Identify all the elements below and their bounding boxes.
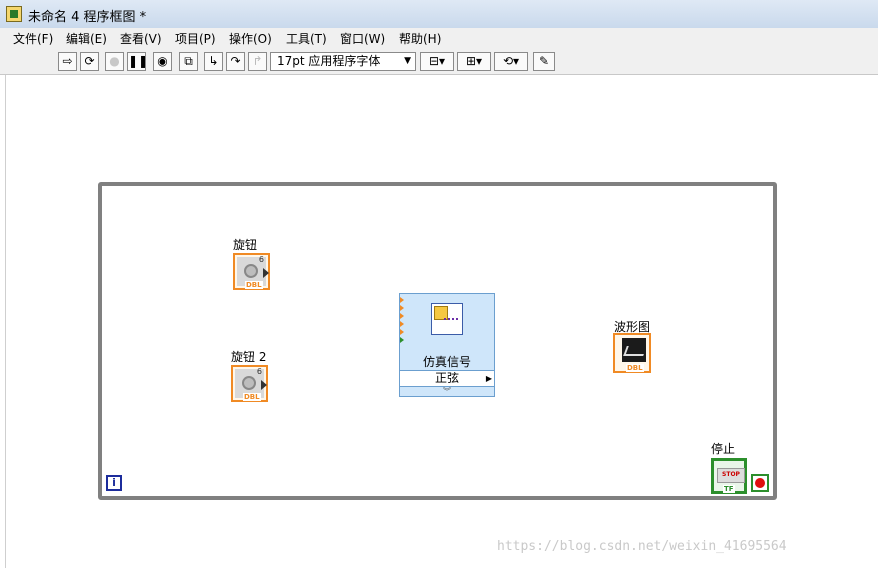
menu-help[interactable]: 帮助(H) — [399, 30, 441, 47]
text-settings-dropdown[interactable]: 17pt 应用程序字体 ▼ — [270, 52, 416, 71]
input-terminal-icon — [400, 313, 404, 319]
stop-button-label[interactable]: 停止 — [711, 440, 735, 457]
window-left-edge — [0, 75, 6, 568]
abort-icon[interactable]: ● — [105, 52, 124, 71]
menu-edit[interactable]: 编辑(E) — [66, 30, 107, 47]
retain-wire-values-icon[interactable]: ⧉ — [179, 52, 198, 71]
font-select-value: 17pt 应用程序字体 — [277, 54, 381, 68]
knob-2-type: DBL — [243, 393, 261, 401]
signal-type-selector[interactable]: 正弦 ▶ — [400, 370, 494, 387]
output-arrow-icon — [263, 268, 269, 278]
distribute-objects-icon[interactable]: ⊞▾ — [457, 52, 491, 71]
knob-1-terminal[interactable]: DBL — [233, 253, 270, 290]
stop-face-icon: STOP — [717, 468, 745, 483]
run-arrow-icon[interactable]: ⇨ — [58, 52, 77, 71]
menu-file[interactable]: 文件(F) — [13, 30, 53, 47]
stop-type: TF — [723, 485, 735, 493]
input-terminal-icon — [400, 297, 404, 303]
knob-2-terminal[interactable]: DBL — [231, 365, 268, 402]
simulate-signal-icon — [431, 303, 463, 335]
step-into-icon[interactable]: ↳ — [204, 52, 223, 71]
graph-icon — [622, 338, 646, 362]
chevron-right-icon: ▶ — [485, 374, 492, 383]
knob-1-type: DBL — [245, 281, 263, 289]
menu-view[interactable]: 查看(V) — [120, 30, 162, 47]
clean-up-diagram-icon[interactable]: ✎ — [533, 52, 555, 71]
watermark: https://blog.csdn.net/weixin_41695564 — [497, 539, 787, 554]
knob-1-label[interactable]: 旋钮 — [233, 236, 257, 253]
window-title: 未命名 4 程序框图 * — [28, 10, 147, 25]
pause-icon[interactable]: ❚❚ — [127, 52, 148, 71]
iteration-terminal[interactable]: i — [106, 475, 122, 491]
input-terminal-icon — [400, 329, 404, 335]
menu-project[interactable]: 项目(P) — [175, 30, 216, 47]
run-continuously-icon[interactable]: ⟳ — [80, 52, 99, 71]
stop-button-terminal[interactable]: STOP TF — [711, 458, 747, 494]
output-arrow-icon — [261, 380, 267, 390]
simulate-signal-title: 仿真信号 — [422, 355, 471, 369]
input-terminal-icon — [400, 337, 404, 343]
input-terminal-icon — [400, 321, 404, 327]
menu-operate[interactable]: 操作(O) — [229, 30, 272, 47]
toolbar: ⇨ ⟳ ● ❚❚ ◉ ⧉ ↳ ↷ ↱ 17pt 应用程序字体 ▼ ⊟▾ ⊞▾ ⟲… — [0, 48, 878, 75]
title-bar: 未命名 4 程序框图 * — [0, 0, 878, 28]
input-terminal-icon — [400, 305, 404, 311]
reorder-icon[interactable]: ⟲▾ — [494, 52, 528, 71]
menu-window[interactable]: 窗口(W) — [340, 30, 385, 47]
knob-2-label[interactable]: 旋钮 2 — [231, 348, 266, 365]
simulate-signal-express-vi[interactable]: 仿真信号 正弦 ▶ ︾ — [399, 293, 495, 397]
step-out-icon[interactable]: ↱ — [248, 52, 267, 71]
labview-app-icon — [6, 6, 22, 22]
signal-type-value: 正弦 — [434, 371, 459, 385]
chevron-down-icon: ▼ — [404, 56, 411, 66]
menu-bar: 文件(F) 编辑(E) 查看(V) 项目(P) 操作(O) 工具(T) 窗口(W… — [0, 28, 878, 48]
menu-tools[interactable]: 工具(T) — [286, 30, 327, 47]
step-over-icon[interactable]: ↷ — [226, 52, 245, 71]
highlight-execution-bulb-icon[interactable]: ◉ — [153, 52, 172, 71]
waveform-graph-terminal[interactable]: DBL — [613, 333, 651, 373]
loop-condition-terminal-stop-icon[interactable] — [751, 474, 769, 492]
waveform-graph-type: DBL — [626, 364, 644, 372]
align-objects-icon[interactable]: ⊟▾ — [420, 52, 454, 71]
expand-chevron-icon[interactable]: ︾ — [400, 387, 494, 397]
